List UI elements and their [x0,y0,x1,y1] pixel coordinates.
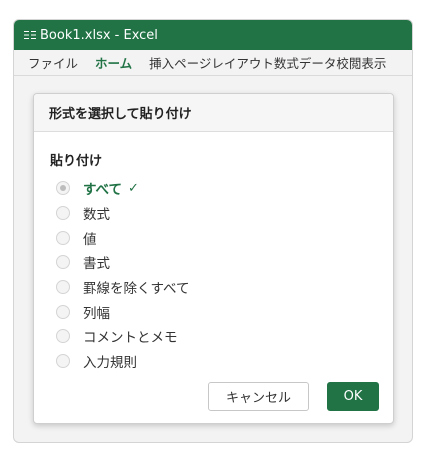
option-label: 列幅 [83,305,110,322]
radio-button[interactable] [56,255,70,270]
option-comments-notes[interactable]: コメントとメモ [56,324,190,349]
option-validation[interactable]: 入力規則 [56,349,190,374]
paste-options-group: すべて ✓ 数式 値 書式 罫線を除くすべて 列幅 コメントとメモ 入力規則 [56,176,190,374]
radio-button[interactable] [56,354,70,369]
radio-button[interactable] [56,230,70,245]
excel-grid-icon [24,30,36,40]
option-label: 数式 [83,207,110,224]
tab-file[interactable]: ファイル [28,53,78,72]
radio-button[interactable] [56,181,70,196]
option-values[interactable]: 値 [56,225,190,250]
ribbon-tabs-rest[interactable]: 挿入ページレイアウト数式データ校閲表示 [149,53,386,72]
ok-button[interactable]: OK [327,382,379,411]
option-label: 入力規則 [83,355,137,372]
option-label: 値 [83,231,97,248]
option-all[interactable]: すべて ✓ [56,176,190,201]
window-title: Book1.xlsx - Excel [40,27,158,43]
menu-bar: ファイル ホーム 挿入ページレイアウト数式データ校閲表示 [14,50,412,76]
dialog-title: 形式を選択して貼り付け [34,94,393,132]
option-label: コメントとメモ [83,330,178,347]
option-column-widths[interactable]: 列幅 [56,299,190,324]
paste-special-dialog: 形式を選択して貼り付け 貼り付け すべて ✓ 数式 値 書式 罫線を除くすべて … [33,93,394,424]
tab-home[interactable]: ホーム [95,53,132,72]
radio-button[interactable] [56,329,70,344]
cancel-button[interactable]: キャンセル [208,382,309,411]
option-label: 罫線を除くすべて [83,281,190,298]
option-label: 書式 [83,256,110,273]
option-formulas[interactable]: 数式 [56,201,190,226]
title-bar: Book1.xlsx - Excel [14,20,412,50]
radio-button[interactable] [56,280,70,295]
checkmark-icon: ✓ [128,180,139,196]
option-label: すべて [83,182,123,199]
paste-section-label: 貼り付け [50,154,103,169]
option-all-except-borders[interactable]: 罫線を除くすべて [56,275,190,300]
option-formats[interactable]: 書式 [56,250,190,275]
radio-button[interactable] [56,206,70,221]
radio-button[interactable] [56,304,70,319]
